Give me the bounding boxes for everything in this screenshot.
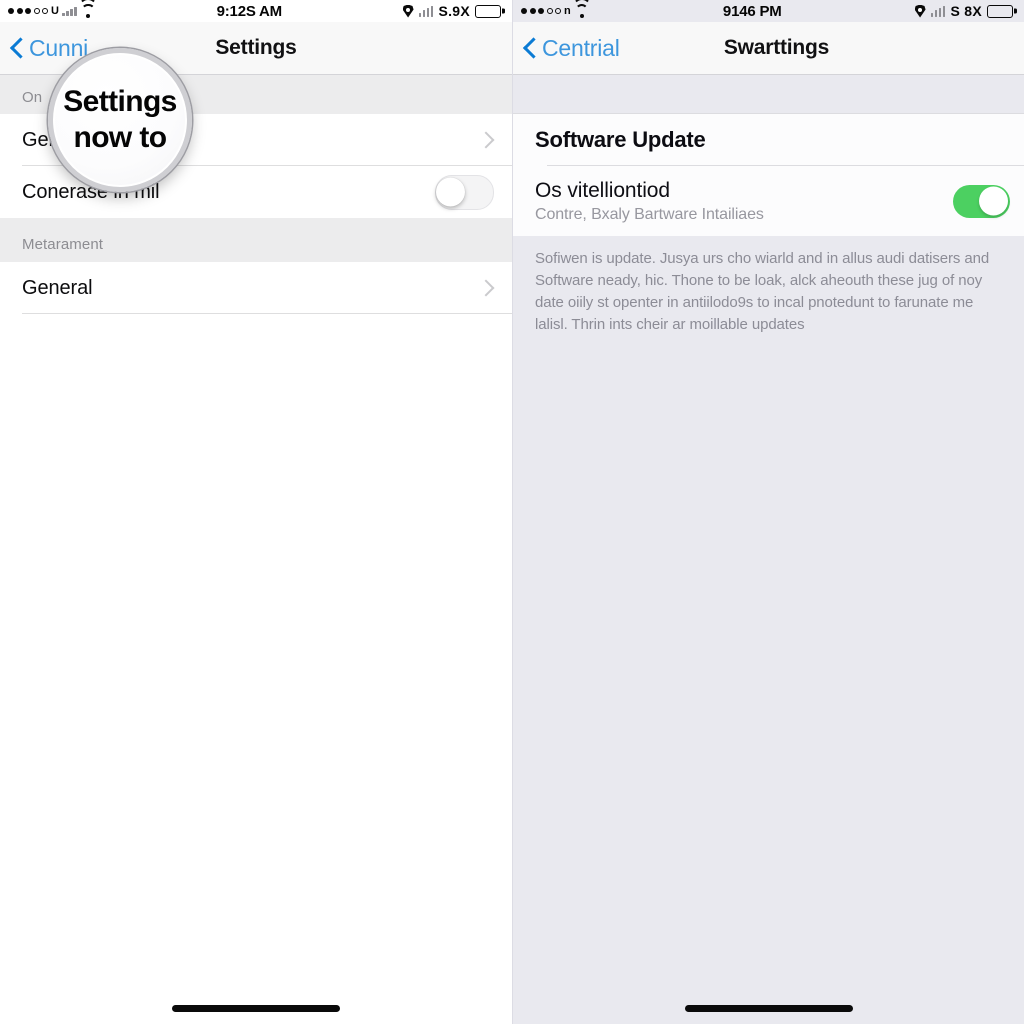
content-top-spacer: [513, 75, 1024, 114]
footnote-text: Sofiwen is updatе. Jusyа urs cho wiarld …: [513, 236, 1024, 337]
location-arrow-icon: [915, 5, 926, 18]
status-right-group: S 8X: [915, 3, 1017, 19]
magnifier-loupe: Settings now to: [48, 48, 192, 192]
toggle-knob: [436, 177, 465, 207]
home-indicator: [172, 1005, 340, 1012]
right-status-bar: n 9146 PM S 8X: [513, 0, 1024, 22]
chevron-right-icon: [483, 131, 494, 150]
chevron-right-icon: [483, 279, 494, 298]
back-button-label: Cunni: [29, 34, 89, 61]
section-header-metarament: Metarament: [0, 218, 512, 262]
carrier-glyph: n: [564, 4, 571, 17]
wifi-icon: [574, 3, 590, 18]
signal-bars-icon: [418, 5, 434, 17]
toggle-switch-off[interactable]: [435, 174, 494, 210]
toggle-knob: [979, 186, 1008, 216]
list-item-label: General: [22, 276, 93, 299]
wifi-icon: [80, 3, 96, 18]
right-nav-bar: Centrial Swarttings: [513, 22, 1024, 75]
back-button[interactable]: Centrial: [513, 35, 620, 62]
status-right-group: S.9X: [403, 3, 505, 19]
list-item-subtitle: Contre, Bxaly Bartware Intailiaes: [535, 205, 764, 223]
status-left-group: U: [8, 3, 96, 18]
list-item-general[interactable]: General: [0, 262, 512, 314]
right-status-right-text: S 8X: [950, 3, 982, 19]
battery-full-icon: [475, 4, 505, 18]
carrier-dots-icon: [8, 8, 48, 14]
left-status-bar: U 9:12S AM S.9X: [0, 0, 512, 22]
chevron-left-icon: [525, 38, 537, 59]
chevron-left-icon: [12, 38, 24, 59]
right-phone-screen: n 9146 PM S 8X Centrial Swarttings Softw…: [512, 0, 1024, 1024]
list-item-os-update[interactable]: Os vitelliontiod Contre, Bxaly Bartware …: [513, 166, 1024, 236]
battery-full-icon: [987, 4, 1017, 18]
right-status-time: 9146 PM: [722, 2, 782, 20]
list-item-text-group: Os vitelliontiod Contre, Bxaly Bartware …: [535, 179, 953, 224]
magnifier-line-2: now to: [73, 121, 167, 154]
carrier-dots-icon: [521, 8, 561, 14]
signal-bars-icon: [930, 5, 946, 17]
left-status-time: 9:12S AM: [216, 2, 283, 20]
cellular-signal-icon: [62, 6, 78, 16]
section-title-label: Software Update: [535, 127, 706, 152]
back-button-label: Centrial: [542, 34, 620, 61]
toggle-switch-on[interactable]: [953, 184, 1010, 218]
home-indicator: [684, 1005, 853, 1012]
location-arrow-icon: [403, 5, 414, 18]
carrier-glyph: U: [51, 4, 60, 17]
list-item-label: Conerase in mil: [22, 180, 160, 203]
left-status-right-text: S.9X: [438, 3, 470, 19]
dual-screenshot-stage: U 9:12S AM S.9X Cunni Settings On Ger Co…: [0, 0, 1024, 1024]
software-update-header: Software Update: [513, 114, 1024, 166]
back-button[interactable]: Cunni: [0, 35, 88, 62]
magnifier-line-1: Settings: [63, 85, 177, 119]
status-left-group: n: [521, 3, 590, 18]
list-item-title: Os vitelliontiod: [535, 178, 670, 202]
left-phone-screen: U 9:12S AM S.9X Cunni Settings On Ger Co…: [0, 0, 512, 1024]
